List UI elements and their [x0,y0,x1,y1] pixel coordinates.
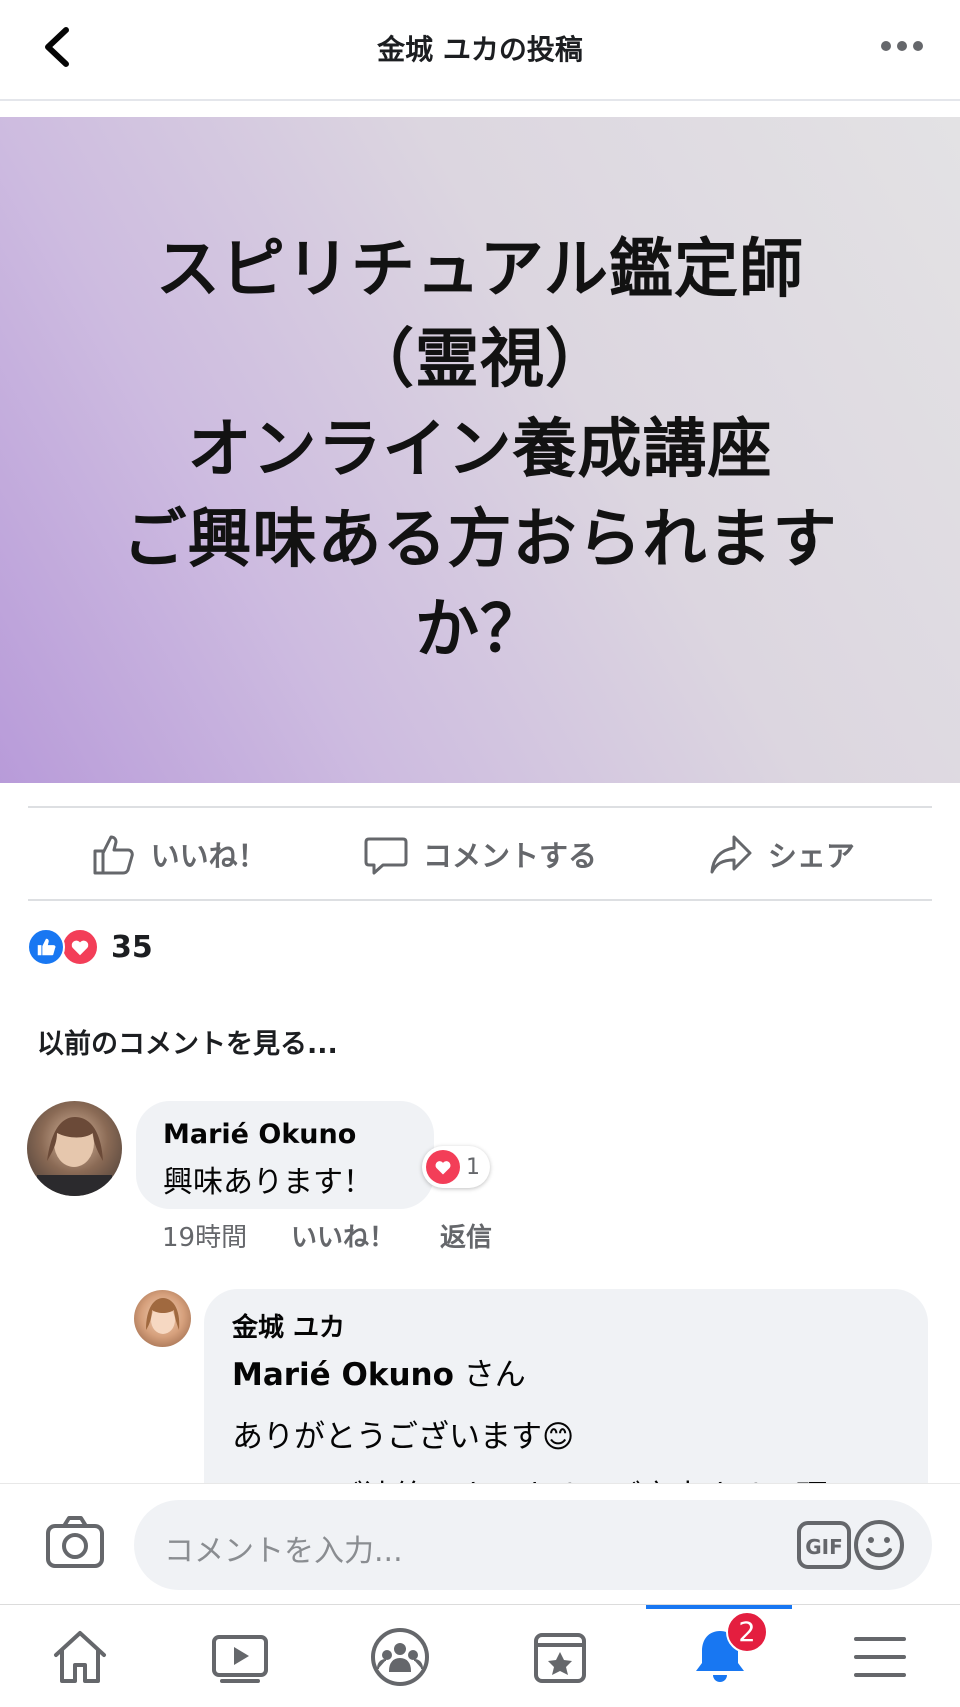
groups-tab-icon[interactable] [368,1625,432,1689]
like-button[interactable]: いいね！ [28,831,329,877]
bottom-tab-bar [0,1604,960,1707]
reply-text-line1: ありがとうございます😊 [232,1419,575,1455]
comment-bubble-icon [364,837,408,875]
menu-tab-icon[interactable] [848,1625,912,1689]
replier-name[interactable]: 金城 ユカ [232,1307,345,1344]
comment-reaction-badge[interactable]: 1 [422,1146,490,1188]
commenter-avatar[interactable] [27,1101,122,1196]
svg-text:GIF: GIF [805,1535,843,1559]
thumbs-up-icon [93,835,134,875]
replier-avatar[interactable] [134,1290,191,1347]
comment-label: コメントする [422,839,597,873]
reply-mention[interactable]: Marié Okuno [232,1357,454,1393]
more-options-icon[interactable] [878,34,926,58]
love-reaction-icon [61,928,99,966]
post-actions: いいね！ コメントする シェア [28,808,932,900]
watch-video-tab-icon[interactable] [208,1625,272,1689]
share-button[interactable]: シェア [631,831,932,877]
comment-text: 興味あります！ [163,1165,373,1200]
reactions-summary[interactable]: 35 [27,928,153,966]
share-label: シェア [767,839,855,873]
view-previous-comments-link[interactable]: 以前のコメントを見る... [37,1022,338,1061]
love-reaction-icon [426,1150,460,1184]
post-image[interactable]: スピリチュアル鑑定師 （霊視） オンライン養成講座 ご興味ある方おられます か？ [0,117,960,783]
emoji-icon[interactable] [852,1518,906,1572]
comment-reply-link[interactable]: 返信 [440,1217,492,1254]
like-label: いいね！ [150,839,267,873]
reply-mention-suffix: さん [453,1357,526,1393]
gif-icon[interactable]: GIF [796,1520,852,1570]
page-title: 金城 ユカの投稿 [377,33,583,66]
comment-input[interactable]: コメントを入力... GIF [134,1500,932,1590]
comment-input-placeholder: コメントを入力... [164,1534,403,1569]
divider [28,899,932,901]
camera-icon[interactable] [44,1514,106,1570]
active-tab-indicator [646,1605,792,1609]
comment-like-link[interactable]: いいね！ [291,1217,395,1254]
reaction-count: 35 [111,929,153,965]
post-image-text: スピリチュアル鑑定師 （霊視） オンライン養成講座 ご興味ある方おられます か？ [122,233,838,667]
share-arrow-icon [710,835,752,874]
comment-button[interactable]: コメントする [329,831,630,877]
pages-tab-icon[interactable] [528,1625,592,1689]
notifications-badge: 2 [726,1611,768,1653]
top-bar: 金城 ユカの投稿 [0,0,960,101]
comment-composer: コメントを入力... GIF [0,1483,960,1604]
commenter-name[interactable]: Marié Okuno [163,1119,356,1150]
comment-bubble[interactable]: Marié Okuno 興味あります！ [136,1101,434,1209]
comment-timestamp: 19時間 [162,1223,248,1253]
home-tab-icon[interactable] [48,1625,112,1689]
like-reaction-icon [27,928,65,966]
comment-reaction-count: 1 [466,1154,480,1180]
